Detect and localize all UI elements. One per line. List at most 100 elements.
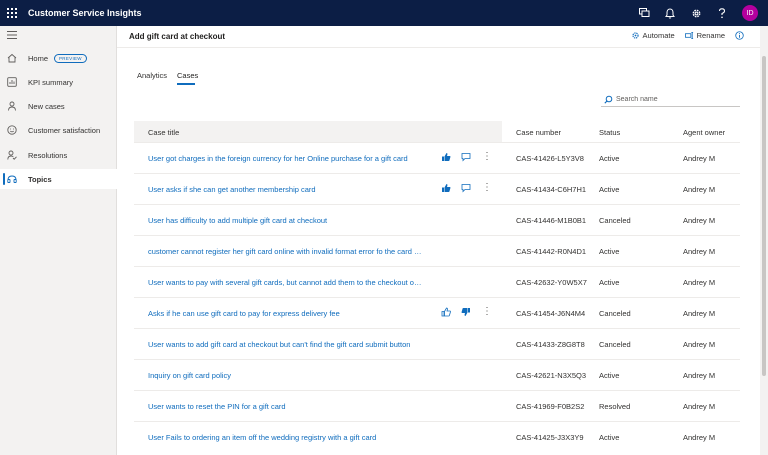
case-title-link[interactable]: Asks if he can use gift card to pay for …: [148, 309, 424, 318]
info-button[interactable]: [735, 31, 744, 40]
sidebar-item-home[interactable]: Home PREVIEW: [0, 48, 117, 68]
case-title-header-bg: [134, 121, 502, 142]
table-row[interactable]: User got charges in the foreign currency…: [134, 142, 740, 173]
page-title: Add gift card at checkout: [129, 32, 226, 41]
case-number: CAS-41454-J6N4M4: [516, 309, 586, 318]
agent-owner: Andrey M: [683, 154, 716, 163]
help-icon[interactable]: [716, 7, 728, 19]
case-status: Active: [599, 185, 620, 194]
tab-cases[interactable]: Cases: [177, 71, 198, 80]
top-bar: Customer Service Insights ID: [0, 0, 768, 26]
case-number: CAS-41434-C6H7H1: [516, 185, 587, 194]
rename-button[interactable]: Rename: [684, 31, 725, 40]
rename-icon: [684, 31, 693, 40]
case-number: CAS-42621-N3X5Q3: [516, 371, 587, 380]
more-options-icon[interactable]: ⋮: [482, 151, 492, 163]
case-status: Resolved: [599, 402, 631, 411]
sidebar-item-label: Resolutions: [28, 150, 68, 160]
case-title-link[interactable]: User wants to reset the PIN for a gift c…: [148, 402, 424, 411]
column-header-case-title[interactable]: Case title: [148, 128, 179, 137]
sidebar-item-label: New cases: [28, 101, 65, 111]
agent-owner: Andrey M: [683, 247, 716, 256]
thumbs-up-icon[interactable]: [441, 183, 451, 193]
page-header: Add gift card at checkout Automate Renam…: [117, 26, 760, 48]
table-header: Case title Case number Status Agent owne…: [134, 121, 740, 142]
case-title-link[interactable]: User wants to add gift card at checkout …: [148, 340, 424, 349]
avatar[interactable]: ID: [742, 5, 758, 21]
scrollbar[interactable]: [760, 26, 768, 455]
agent-owner: Andrey M: [683, 340, 716, 349]
case-status: Active: [599, 371, 620, 380]
case-title-link[interactable]: User asks if she can get another members…: [148, 185, 424, 194]
case-status: Active: [599, 154, 620, 163]
sidebar-item-customer-satisfaction[interactable]: Customer satisfaction: [0, 120, 117, 140]
agent-owner: Andrey M: [683, 216, 716, 225]
column-header-agent-owner[interactable]: Agent owner: [683, 128, 725, 137]
case-title-link[interactable]: customer cannot register her gift card o…: [148, 247, 424, 256]
thumbs-up-icon[interactable]: [441, 152, 451, 162]
table-row[interactable]: User wants to pay with several gift card…: [134, 266, 740, 297]
info-icon: [735, 31, 744, 40]
person-icon: [8, 101, 16, 111]
person-check-icon: [7, 150, 17, 160]
table-row[interactable]: Asks if he can use gift card to pay for …: [134, 297, 740, 328]
home-icon: [7, 53, 17, 63]
case-number: CAS-41446-M1B0B1: [516, 216, 587, 225]
case-title-link[interactable]: User got charges in the foreign currency…: [148, 154, 424, 163]
thumbs-down-icon[interactable]: [461, 307, 471, 317]
chart-icon: [7, 77, 17, 87]
comment-icon[interactable]: [461, 152, 471, 162]
comment-icon[interactable]: [461, 183, 471, 193]
case-title-link[interactable]: User wants to pay with several gift card…: [148, 278, 424, 287]
case-title-link[interactable]: User Fails to ordering an item off the w…: [148, 433, 424, 442]
table-row[interactable]: User wants to add gift card at checkout …: [134, 328, 740, 359]
agent-owner: Andrey M: [683, 185, 716, 194]
case-status: Active: [599, 433, 620, 442]
automate-button[interactable]: Automate: [631, 31, 675, 40]
automate-label: Automate: [642, 31, 675, 40]
hamburger-menu-icon[interactable]: [7, 30, 19, 40]
preview-badge: PREVIEW: [54, 54, 87, 63]
case-number: CAS-42632-Y0W5X7: [516, 278, 587, 287]
sidebar-item-topics[interactable]: Topics: [0, 169, 117, 189]
thumbs-up-icon[interactable]: [441, 307, 451, 317]
bell-icon[interactable]: [664, 7, 676, 19]
sidebar-item-resolutions[interactable]: Resolutions: [0, 145, 117, 165]
table-row[interactable]: customer cannot register her gift card o…: [134, 235, 740, 266]
case-status: Canceled: [599, 340, 631, 349]
table-row[interactable]: User wants to reset the PIN for a gift c…: [134, 390, 740, 421]
case-number: CAS-41426-L5Y3V8: [516, 154, 584, 163]
scrollbar-thumb[interactable]: [762, 56, 766, 376]
agent-owner: Andrey M: [683, 309, 716, 318]
chat-icon[interactable]: [638, 7, 650, 19]
sidebar-item-label: Home: [28, 53, 49, 63]
column-header-case-number[interactable]: Case number: [516, 128, 561, 137]
tab-analytics[interactable]: Analytics: [137, 71, 167, 80]
automate-icon: [631, 32, 639, 39]
table-row[interactable]: User asks if she can get another members…: [134, 173, 740, 204]
case-number: CAS-41442-R0N4D1: [516, 247, 587, 256]
smile-icon: [7, 125, 17, 135]
case-title-link[interactable]: User has difficulty to add multiple gift…: [148, 216, 424, 225]
agent-owner: Andrey M: [683, 402, 716, 411]
more-options-icon[interactable]: ⋮: [482, 306, 492, 318]
app-launcher-icon[interactable]: [0, 0, 24, 26]
table-row[interactable]: User Fails to ordering an item off the w…: [134, 421, 740, 452]
sidebar-item-kpi-summary[interactable]: KPI summary: [0, 72, 117, 92]
case-number: CAS-41425-J3X3Y9: [516, 433, 584, 442]
case-title-link[interactable]: Inquiry on gift card policy: [148, 371, 424, 380]
search-input[interactable]: [616, 94, 736, 105]
case-status: Active: [599, 247, 620, 256]
case-number: CAS-41433-Z8G8T8: [516, 340, 585, 349]
more-options-icon[interactable]: ⋮: [482, 182, 492, 194]
sidebar-item-label: Topics: [28, 174, 52, 184]
table-row[interactable]: User has difficulty to add multiple gift…: [134, 204, 740, 235]
search-box[interactable]: [601, 93, 740, 107]
gear-icon[interactable]: [690, 7, 702, 19]
topics-icon: [7, 175, 17, 183]
sidebar-item-label: KPI summary: [28, 77, 74, 87]
table-row[interactable]: Inquiry on gift card policy CAS-42621-N3X…: [134, 359, 740, 390]
active-tab-indicator: [177, 83, 195, 85]
column-header-status[interactable]: Status: [599, 128, 620, 137]
sidebar-item-new-cases[interactable]: New cases: [0, 96, 117, 116]
